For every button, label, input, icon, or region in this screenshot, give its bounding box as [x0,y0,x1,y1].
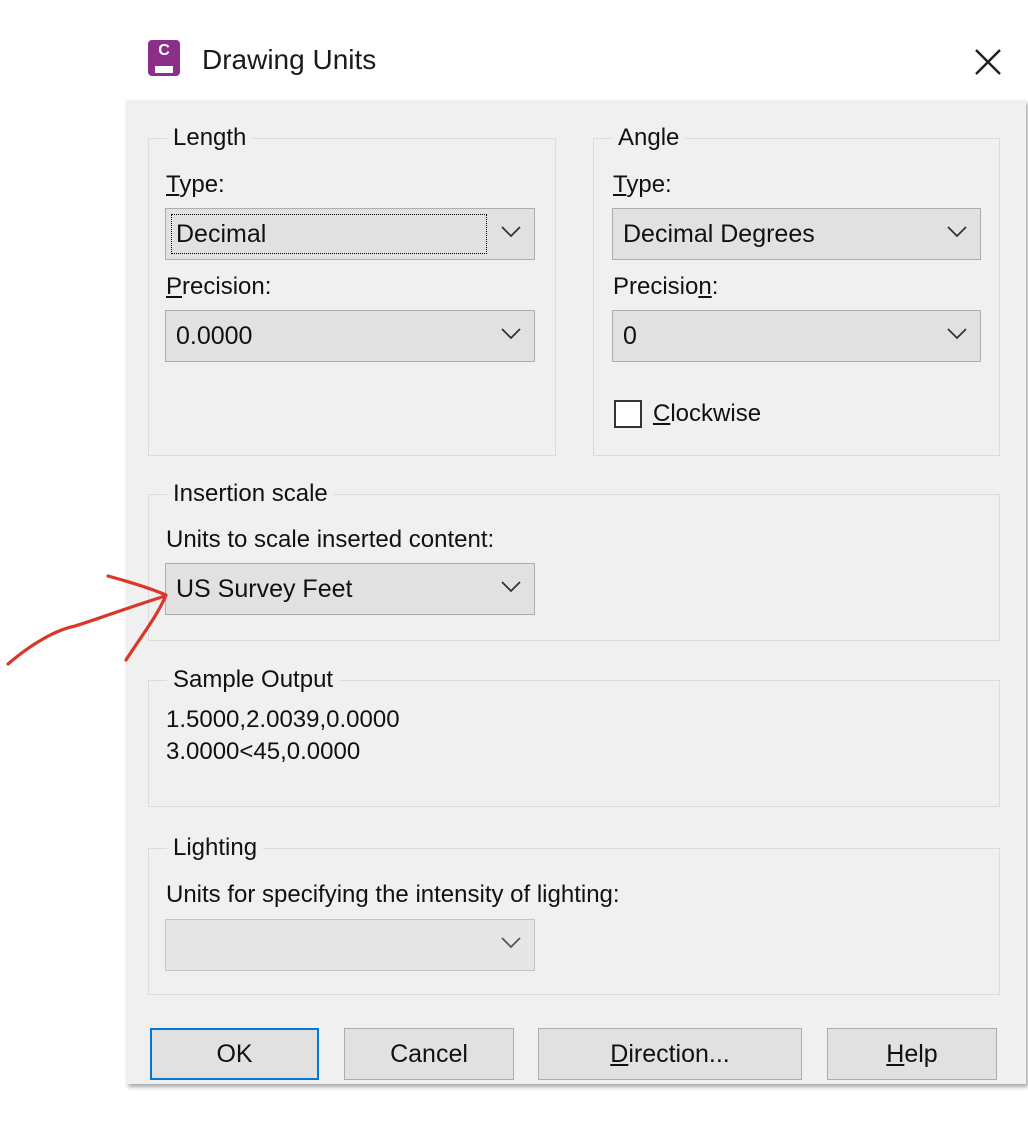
length-precision-label: Precision: [166,273,272,300]
lighting-units-label: Units for specifying the intensity of li… [166,881,620,908]
length-precision-value: 0.0000 [176,322,253,350]
lighting-units-dropdown[interactable] [165,919,535,971]
clockwise-checkbox[interactable] [614,400,642,428]
window-title: Drawing Units [202,44,377,75]
length-legend: Length [167,123,253,153]
chevron-down-icon [947,328,967,340]
close-icon[interactable] [968,42,1008,82]
insertion-units-label: Units to scale inserted content: [166,526,495,553]
chevron-down-icon [501,937,521,949]
length-type-label: Type: [166,171,225,198]
chevron-down-icon [947,226,967,238]
angle-type-value: Decimal Degrees [623,220,815,248]
ok-button[interactable]: OK [150,1028,319,1080]
sample-output-line-2: 3.0000<45,0.0000 [166,738,361,765]
chevron-down-icon [501,226,521,238]
insertion-units-dropdown[interactable]: US Survey Feet [165,563,535,615]
angle-type-dropdown[interactable]: Decimal Degrees [612,208,981,260]
insertion-units-value: US Survey Feet [176,575,353,603]
angle-precision-value: 0 [623,322,637,350]
lighting-legend: Lighting [167,833,264,863]
angle-precision-dropdown[interactable]: 0 [612,310,981,362]
angle-legend: Angle [612,123,686,153]
annotation-arrow-icon [6,574,168,666]
angle-precision-label: Precision: [613,273,719,300]
length-type-dropdown[interactable]: Decimal [165,208,535,260]
insertion-scale-legend: Insertion scale [167,479,334,509]
clockwise-label[interactable]: Clockwise [653,399,761,429]
length-precision-dropdown[interactable]: 0.0000 [165,310,535,362]
chevron-down-icon [501,328,521,340]
cancel-button[interactable]: Cancel [344,1028,514,1080]
direction-button[interactable]: Direction... [538,1028,802,1080]
app-icon-letter: C [158,42,170,59]
chevron-down-icon [501,581,521,593]
sample-output-line-1: 1.5000,2.0039,0.0000 [166,706,400,733]
length-type-value: Decimal [176,220,267,248]
angle-type-label: Type: [613,171,672,198]
app-icon: C [148,40,180,76]
help-button[interactable]: Help [827,1028,997,1080]
